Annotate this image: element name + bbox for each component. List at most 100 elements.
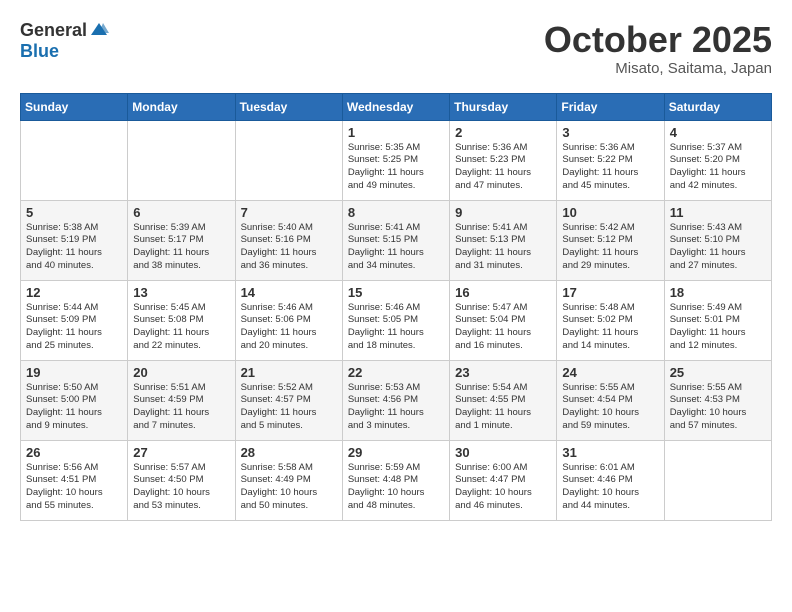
day-info: Sunrise: 5:54 AMSunset: 4:55 PMDaylight:… bbox=[455, 382, 551, 433]
calendar-cell: 7 Sunrise: 5:40 AMSunset: 5:16 PMDaylight… bbox=[235, 200, 342, 280]
day-info: Sunrise: 5:37 AMSunset: 5:20 PMDaylight:… bbox=[670, 142, 766, 193]
week-row-5: 26 Sunrise: 5:56 AMSunset: 4:51 PMDayligh… bbox=[21, 440, 772, 520]
day-info: Sunrise: 5:55 AMSunset: 4:53 PMDaylight:… bbox=[670, 382, 766, 433]
day-number: 28 bbox=[241, 445, 337, 460]
logo-general-text: General bbox=[20, 20, 87, 41]
calendar-cell: 8Sunrise: 5:41 AMSunset: 5:15 PMDaylight… bbox=[342, 200, 449, 280]
day-number: 8 bbox=[348, 205, 444, 220]
day-number: 11 bbox=[670, 205, 766, 220]
day-number: 7 bbox=[241, 205, 337, 220]
day-info: Sunrise: 5:50 AMSunset: 5:00 PMDaylight:… bbox=[26, 382, 122, 433]
day-info: Sunrise: 5:41 AMSunset: 5:13 PMDaylight:… bbox=[455, 222, 551, 273]
calendar-cell bbox=[235, 120, 342, 200]
calendar-cell: 10Sunrise: 5:42 AMSunset: 5:12 PMDayligh… bbox=[557, 200, 664, 280]
weekday-header-saturday: Saturday bbox=[664, 93, 771, 120]
weekday-header-tuesday: Tuesday bbox=[235, 93, 342, 120]
calendar-cell: 4 Sunrise: 5:37 AMSunset: 5:20 PMDaylight… bbox=[664, 120, 771, 200]
day-number: 4 bbox=[670, 125, 766, 140]
week-row-2: 5 Sunrise: 5:38 AMSunset: 5:19 PMDaylight… bbox=[21, 200, 772, 280]
day-info: Sunrise: 5:44 AMSunset: 5:09 PMDaylight:… bbox=[26, 302, 122, 353]
day-number: 16 bbox=[455, 285, 551, 300]
day-number: 18 bbox=[670, 285, 766, 300]
page-header: General Blue October 2025 Misato, Saitam… bbox=[20, 20, 772, 77]
logo-icon bbox=[89, 21, 109, 41]
calendar-cell: 16 Sunrise: 5:47 AMSunset: 5:04 PMDayligh… bbox=[450, 280, 557, 360]
calendar-cell: 14Sunrise: 5:46 AMSunset: 5:06 PMDayligh… bbox=[235, 280, 342, 360]
day-info: Sunrise: 5:58 AMSunset: 4:49 PMDaylight:… bbox=[241, 462, 337, 513]
day-info: Sunrise: 5:38 AMSunset: 5:19 PMDaylight:… bbox=[26, 222, 122, 273]
day-number: 10 bbox=[562, 205, 658, 220]
calendar-cell: 26 Sunrise: 5:56 AMSunset: 4:51 PMDayligh… bbox=[21, 440, 128, 520]
day-info: Sunrise: 5:36 AMSunset: 5:22 PMDaylight:… bbox=[562, 142, 658, 193]
day-number: 5 bbox=[26, 205, 122, 220]
weekday-header-sunday: Sunday bbox=[21, 93, 128, 120]
day-info: Sunrise: 5:43 AMSunset: 5:10 PMDaylight:… bbox=[670, 222, 766, 273]
calendar-cell: 27 Sunrise: 5:57 AMSunset: 4:50 PMDayligh… bbox=[128, 440, 235, 520]
day-info: Sunrise: 5:39 AMSunset: 5:17 PMDaylight:… bbox=[133, 222, 229, 273]
day-number: 30 bbox=[455, 445, 551, 460]
calendar-cell bbox=[21, 120, 128, 200]
weekday-header-thursday: Thursday bbox=[450, 93, 557, 120]
week-row-4: 19 Sunrise: 5:50 AMSunset: 5:00 PMDayligh… bbox=[21, 360, 772, 440]
calendar-cell: 13 Sunrise: 5:45 AMSunset: 5:08 PMDayligh… bbox=[128, 280, 235, 360]
day-number: 27 bbox=[133, 445, 229, 460]
day-number: 23 bbox=[455, 365, 551, 380]
day-number: 31 bbox=[562, 445, 658, 460]
day-number: 29 bbox=[348, 445, 444, 460]
month-title: October 2025 bbox=[544, 20, 772, 60]
day-info: Sunrise: 5:52 AMSunset: 4:57 PMDaylight:… bbox=[241, 382, 337, 433]
calendar-cell: 6 Sunrise: 5:39 AMSunset: 5:17 PMDaylight… bbox=[128, 200, 235, 280]
calendar-cell: 9 Sunrise: 5:41 AMSunset: 5:13 PMDaylight… bbox=[450, 200, 557, 280]
week-row-1: 1Sunrise: 5:35 AMSunset: 5:25 PMDaylight… bbox=[21, 120, 772, 200]
day-info: Sunrise: 5:36 AMSunset: 5:23 PMDaylight:… bbox=[455, 142, 551, 193]
calendar-cell: 23 Sunrise: 5:54 AMSunset: 4:55 PMDayligh… bbox=[450, 360, 557, 440]
calendar-cell: 12 Sunrise: 5:44 AMSunset: 5:09 PMDayligh… bbox=[21, 280, 128, 360]
day-info: Sunrise: 5:56 AMSunset: 4:51 PMDaylight:… bbox=[26, 462, 122, 513]
day-number: 20 bbox=[133, 365, 229, 380]
calendar-cell bbox=[664, 440, 771, 520]
calendar-cell: 5 Sunrise: 5:38 AMSunset: 5:19 PMDaylight… bbox=[21, 200, 128, 280]
calendar-cell: 18 Sunrise: 5:49 AMSunset: 5:01 PMDayligh… bbox=[664, 280, 771, 360]
calendar-cell: 3 Sunrise: 5:36 AMSunset: 5:22 PMDaylight… bbox=[557, 120, 664, 200]
day-number: 24 bbox=[562, 365, 658, 380]
day-number: 9 bbox=[455, 205, 551, 220]
day-number: 17 bbox=[562, 285, 658, 300]
day-number: 19 bbox=[26, 365, 122, 380]
day-info: Sunrise: 5:47 AMSunset: 5:04 PMDaylight:… bbox=[455, 302, 551, 353]
day-info: Sunrise: 5:45 AMSunset: 5:08 PMDaylight:… bbox=[133, 302, 229, 353]
day-info: Sunrise: 6:00 AMSunset: 4:47 PMDaylight:… bbox=[455, 462, 551, 513]
day-info: Sunrise: 5:57 AMSunset: 4:50 PMDaylight:… bbox=[133, 462, 229, 513]
logo: General Blue bbox=[20, 20, 109, 62]
day-info: Sunrise: 6:01 AMSunset: 4:46 PMDaylight:… bbox=[562, 462, 658, 513]
logo-blue-text: Blue bbox=[20, 41, 59, 62]
calendar-cell: 17 Sunrise: 5:48 AMSunset: 5:02 PMDayligh… bbox=[557, 280, 664, 360]
day-info: Sunrise: 5:40 AMSunset: 5:16 PMDaylight:… bbox=[241, 222, 337, 273]
day-number: 13 bbox=[133, 285, 229, 300]
day-number: 12 bbox=[26, 285, 122, 300]
calendar-cell: 24 Sunrise: 5:55 AMSunset: 4:54 PMDayligh… bbox=[557, 360, 664, 440]
day-number: 3 bbox=[562, 125, 658, 140]
day-info: Sunrise: 5:46 AMSunset: 5:06 PMDaylight:… bbox=[241, 302, 337, 353]
day-number: 22 bbox=[348, 365, 444, 380]
day-number: 21 bbox=[241, 365, 337, 380]
calendar-cell: 19 Sunrise: 5:50 AMSunset: 5:00 PMDayligh… bbox=[21, 360, 128, 440]
calendar-cell: 2Sunrise: 5:36 AMSunset: 5:23 PMDaylight… bbox=[450, 120, 557, 200]
day-number: 26 bbox=[26, 445, 122, 460]
calendar-cell bbox=[128, 120, 235, 200]
weekday-header-wednesday: Wednesday bbox=[342, 93, 449, 120]
day-info: Sunrise: 5:55 AMSunset: 4:54 PMDaylight:… bbox=[562, 382, 658, 433]
calendar-cell: 25 Sunrise: 5:55 AMSunset: 4:53 PMDayligh… bbox=[664, 360, 771, 440]
calendar-cell: 22Sunrise: 5:53 AMSunset: 4:56 PMDayligh… bbox=[342, 360, 449, 440]
day-info: Sunrise: 5:49 AMSunset: 5:01 PMDaylight:… bbox=[670, 302, 766, 353]
calendar-cell: 20Sunrise: 5:51 AMSunset: 4:59 PMDayligh… bbox=[128, 360, 235, 440]
calendar-cell: 21 Sunrise: 5:52 AMSunset: 4:57 PMDayligh… bbox=[235, 360, 342, 440]
calendar-cell: 28 Sunrise: 5:58 AMSunset: 4:49 PMDayligh… bbox=[235, 440, 342, 520]
week-row-3: 12 Sunrise: 5:44 AMSunset: 5:09 PMDayligh… bbox=[21, 280, 772, 360]
day-number: 6 bbox=[133, 205, 229, 220]
calendar-cell: 15Sunrise: 5:46 AMSunset: 5:05 PMDayligh… bbox=[342, 280, 449, 360]
calendar-cell: 1Sunrise: 5:35 AMSunset: 5:25 PMDaylight… bbox=[342, 120, 449, 200]
title-section: October 2025 Misato, Saitama, Japan bbox=[544, 20, 772, 77]
day-number: 1 bbox=[348, 125, 444, 140]
day-number: 25 bbox=[670, 365, 766, 380]
day-info: Sunrise: 5:48 AMSunset: 5:02 PMDaylight:… bbox=[562, 302, 658, 353]
